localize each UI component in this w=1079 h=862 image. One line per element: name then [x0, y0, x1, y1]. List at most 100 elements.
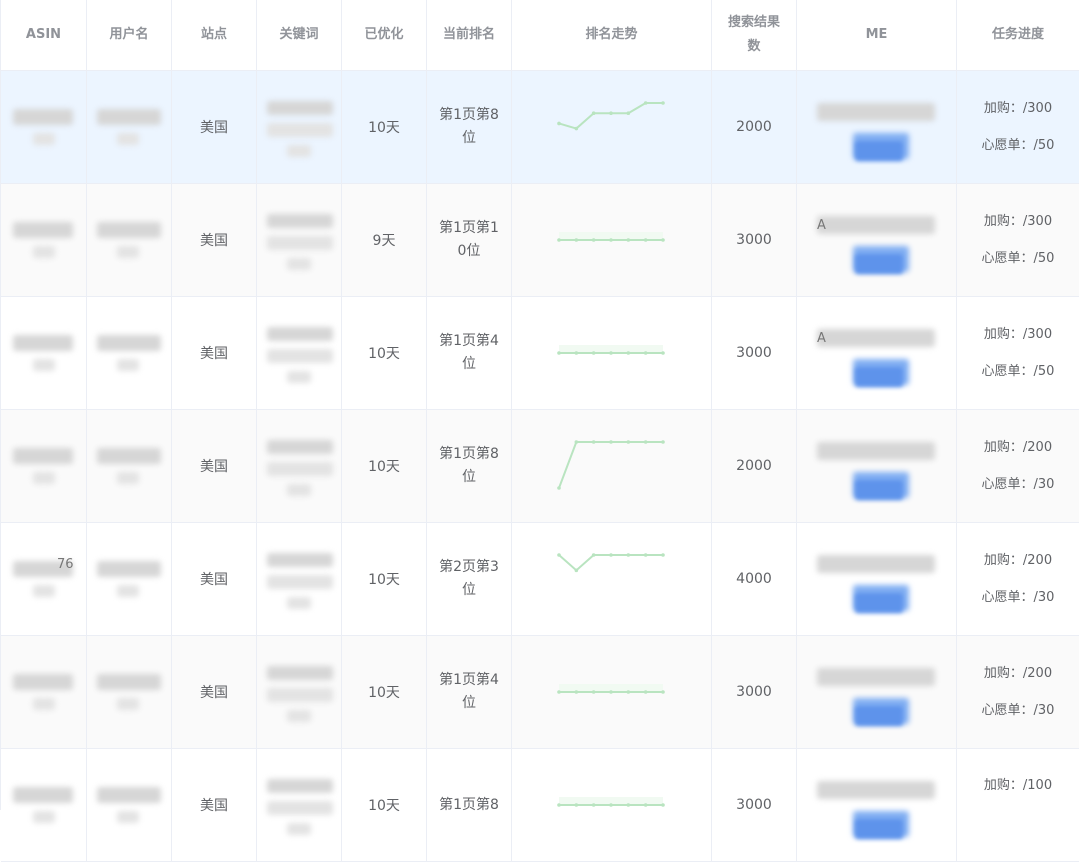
table-row[interactable]: 美国 10天 第1页第8 3000 加购：/100 [1, 749, 1079, 862]
table-row[interactable]: 美国 10天 第1页第8位 2000 加购：/300 心愿单：/50 [1, 71, 1079, 184]
asin-redacted [33, 472, 55, 484]
sparkline-point [643, 351, 647, 355]
cart-progress: 加购：/200 [983, 440, 1053, 455]
header-me: ME [797, 0, 957, 70]
cell-task-progress: 加购：/300 心愿单：/50 [957, 297, 1079, 409]
cell-search-results: 3000 [712, 749, 797, 861]
optimized-days-value: 10天 [368, 798, 400, 814]
header-label-optimized-days: 已优化 [364, 27, 404, 42]
sparkline-point [591, 238, 595, 242]
username-redacted [97, 561, 161, 577]
cell-rank-trend [512, 636, 712, 748]
sparkline-point [591, 690, 595, 694]
wishlist-progress: 心愿单：/30 [981, 703, 1055, 718]
sparkline-point [574, 238, 578, 242]
cell-site: 美国 [172, 636, 257, 748]
wishlist-progress: 心愿单：/50 [981, 251, 1055, 266]
cell-rank-trend [512, 184, 712, 296]
keyword-redacted [267, 349, 333, 363]
header-optimized-days: 已优化 [342, 0, 427, 70]
cell-keyword [257, 71, 342, 183]
keyword-redacted [267, 123, 333, 137]
header-task-progress: 任务进度 [957, 0, 1079, 70]
cell-keyword [257, 749, 342, 861]
table-row[interactable]: 76 美国 10天 第2页第3位 4000 加购：/200 心愿单：/30 [1, 523, 1079, 636]
table-row[interactable]: 美国 10天 第1页第4位 3000 加购：/200 心愿单：/30 [1, 636, 1079, 749]
sparkline-point [591, 803, 595, 807]
site-value: 美国 [200, 233, 228, 249]
username-redacted [97, 787, 161, 803]
asin-redacted [33, 359, 55, 371]
rank-trend-sparkline [556, 797, 665, 807]
search-results-value: 3000 [736, 684, 772, 700]
cell-task-progress: 加购：/200 心愿单：/30 [957, 523, 1079, 635]
keyword-redacted [287, 371, 311, 383]
asin-redacted [13, 448, 73, 464]
cell-current-rank: 第1页第8位 [427, 71, 512, 183]
table-row[interactable]: 美国 10天 第1页第4位 3000 A 加购：/300 心愿单：/50 [1, 297, 1079, 410]
sparkline-point [643, 440, 647, 444]
header-label-task-progress: 任务进度 [991, 27, 1044, 42]
sparkline-point [660, 440, 665, 444]
cell-keyword [257, 297, 342, 409]
cell-asin [1, 297, 87, 409]
product-image-redacted [855, 141, 903, 161]
cell-username [87, 71, 172, 183]
cell-rank-trend [512, 71, 712, 183]
optimized-days-value: 10天 [368, 459, 400, 475]
cell-keyword [257, 636, 342, 748]
username-redacted [97, 448, 161, 464]
me-redacted [817, 329, 935, 347]
product-image-redacted [855, 480, 903, 500]
sparkline-point [643, 238, 647, 242]
sparkline-point [626, 440, 630, 444]
me-redacted [817, 216, 935, 234]
sparkline-point [556, 803, 561, 807]
cell-rank-trend [512, 749, 712, 861]
username-redacted [117, 246, 139, 258]
sparkline-point [556, 486, 561, 490]
rank-trend-sparkline [556, 553, 665, 573]
cell-me [797, 749, 957, 861]
me-redacted [817, 555, 935, 573]
cell-search-results: 4000 [712, 523, 797, 635]
sparkline-point [643, 553, 647, 557]
me-partial-text: A [817, 218, 826, 233]
header-label-me: ME [865, 27, 888, 42]
rank-trend-sparkline [556, 684, 665, 694]
header-label-asin: ASIN [25, 27, 62, 42]
sparkline-point [608, 803, 613, 807]
table-row[interactable]: 美国 10天 第1页第8位 2000 加购：/200 心愿单：/30 [1, 410, 1079, 523]
cell-asin [1, 71, 87, 183]
asin-redacted [33, 585, 55, 597]
cell-site: 美国 [172, 523, 257, 635]
keyword-redacted [267, 440, 333, 454]
cell-username [87, 297, 172, 409]
keyword-redacted [267, 236, 333, 250]
cell-search-results: 2000 [712, 71, 797, 183]
current-rank-value: 第1页第8 [439, 796, 499, 813]
cell-rank-trend [512, 297, 712, 409]
sparkline-point [626, 238, 630, 242]
header-label-username: 用户名 [109, 27, 149, 42]
header-rank-trend: 排名走势 [512, 0, 712, 70]
sparkline-point [608, 351, 613, 355]
table-row[interactable]: 美国 9天 第1页第10位 3000 A 加购：/300 心愿单：/50 [1, 184, 1079, 297]
product-image-redacted [855, 254, 903, 274]
keyword-redacted [267, 666, 333, 680]
header-search-results: 搜索结果数 [712, 0, 797, 70]
product-image-redacted [855, 706, 903, 726]
header-username: 用户名 [87, 0, 172, 70]
keyword-redacted [267, 214, 333, 228]
cell-optimized-days: 10天 [342, 297, 427, 409]
username-redacted [97, 109, 161, 125]
sparkline-point [556, 553, 561, 557]
cell-username [87, 184, 172, 296]
cart-progress: 加购：/300 [983, 327, 1053, 342]
cell-username [87, 636, 172, 748]
sparkline-point [591, 553, 595, 557]
username-redacted [117, 472, 139, 484]
cell-me [797, 71, 957, 183]
cell-search-results: 3000 [712, 636, 797, 748]
site-value: 美国 [200, 459, 228, 475]
